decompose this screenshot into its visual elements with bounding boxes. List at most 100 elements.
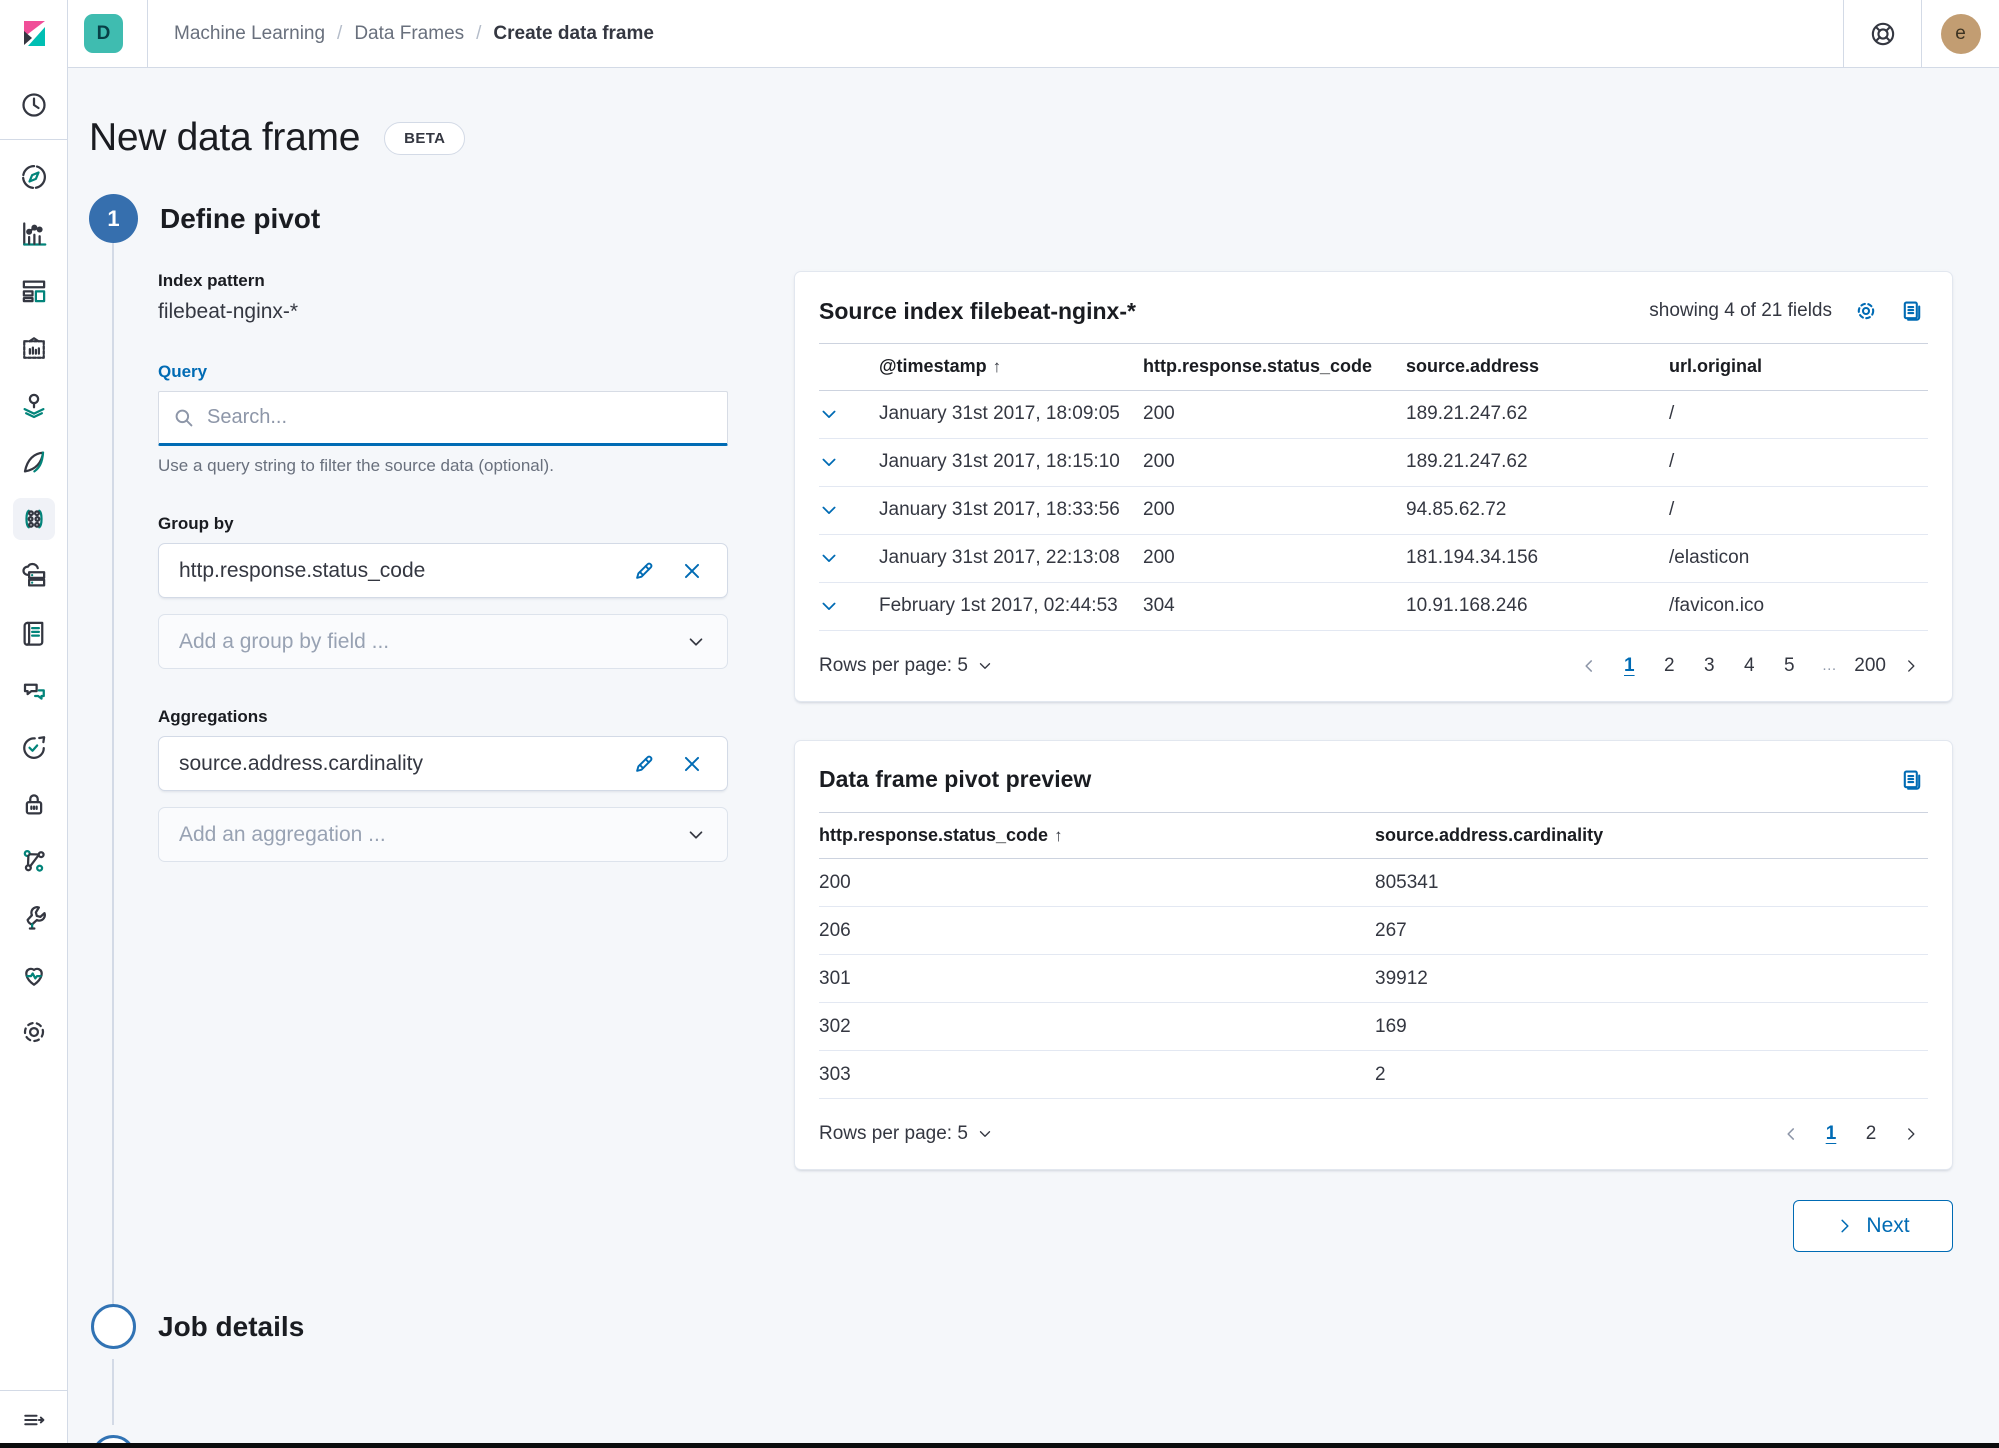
cell-cardinality: 2 (1375, 1050, 1928, 1099)
cell-timestamp: January 31st 2017, 18:09:05 (879, 390, 1143, 439)
column-header-source-address[interactable]: source.address (1406, 344, 1669, 391)
add-aggregation-dropdown[interactable]: Add an aggregation ... (158, 807, 728, 862)
dashboard-icon (22, 280, 45, 302)
edit-aggregation-button[interactable] (629, 749, 659, 779)
sidebar-item-management[interactable] (0, 1003, 68, 1060)
column-header-url-original[interactable]: url.original (1669, 344, 1928, 391)
cell-status-code: 200 (1143, 486, 1406, 535)
expand-row-button[interactable] (819, 404, 879, 424)
page-button-5[interactable]: 5 (1772, 651, 1806, 681)
query-label: Query (158, 362, 208, 381)
remove-group-by-button[interactable] (677, 556, 707, 586)
expand-row-button[interactable] (819, 452, 879, 472)
source-index-panel-title: Source index filebeat-nginx-* (819, 297, 1136, 324)
heartbeat-icon (24, 967, 43, 986)
next-page-button[interactable] (1894, 653, 1928, 679)
pivot-form: Index pattern filebeat-nginx-* Query Use… (158, 271, 728, 862)
column-header-timestamp[interactable]: @timestamp ↑ (879, 344, 1143, 391)
page-content: New data frame BETA 1 Define pivot Index… (68, 68, 1999, 1448)
page-button-3[interactable]: 3 (1692, 651, 1726, 681)
sidebar-item-maps[interactable] (0, 376, 68, 433)
page-button-4[interactable]: 4 (1732, 651, 1766, 681)
kibana-logo[interactable] (0, 0, 68, 68)
beta-badge: BETA (384, 121, 466, 155)
machine-learning-icon (24, 509, 43, 528)
pivot-preview-pagination: 1 2 (1774, 1119, 1928, 1149)
pencil-icon (636, 755, 653, 772)
cell-status-code: 200 (819, 858, 1375, 907)
breadcrumb-item-machine-learning[interactable]: Machine Learning (174, 23, 325, 45)
copy-to-clipboard-button[interactable] (1896, 295, 1928, 327)
page-button-200[interactable]: 200 (1852, 651, 1888, 681)
table-row: 200 805341 (819, 858, 1928, 907)
user-menu-button[interactable]: e (1921, 0, 1999, 67)
page-button-1[interactable]: 1 (1612, 651, 1646, 681)
select-fields-button[interactable] (1850, 295, 1882, 327)
breadcrumb-item-data-frames[interactable]: Data Frames (354, 23, 464, 45)
cell-timestamp: January 31st 2017, 22:13:08 (879, 534, 1143, 583)
edit-group-by-button[interactable] (629, 556, 659, 586)
next-page-button[interactable] (1894, 1121, 1928, 1147)
logs-icon (23, 621, 43, 646)
previous-page-button (1774, 1121, 1808, 1147)
sidebar-item-uptime[interactable] (0, 718, 68, 775)
sidebar-item-apm[interactable] (0, 433, 68, 490)
page-button-1[interactable]: 1 (1814, 1119, 1848, 1149)
sidebar-item-monitoring[interactable] (0, 946, 68, 1003)
rows-per-page-select[interactable]: Rows per page: 5 (819, 655, 994, 677)
fields-summary: showing 4 of 21 fields (1649, 300, 1832, 321)
cell-url-original: /elasticon (1669, 534, 1928, 583)
sort-ascending-icon: ↑ (992, 357, 1002, 377)
sidebar-item-visualize[interactable] (0, 205, 68, 262)
chevron-right-icon (1841, 1219, 1850, 1233)
sidebar-item-security[interactable] (0, 775, 68, 832)
page-button-2[interactable]: 2 (1854, 1119, 1888, 1149)
chevron-down-icon (689, 637, 703, 646)
expand-row-button[interactable] (819, 500, 879, 520)
cell-cardinality: 39912 (1375, 954, 1928, 1003)
chevron-down-icon (979, 662, 991, 669)
page-button-2[interactable]: 2 (1652, 651, 1686, 681)
sort-ascending-icon: ↑ (1054, 825, 1063, 845)
column-header-status-code[interactable]: http.response.status_code (1143, 344, 1406, 391)
column-header-cardinality[interactable]: source.address.cardinality (1375, 812, 1928, 859)
chevron-right-icon (1908, 1128, 1915, 1140)
sidebar-item-graph[interactable] (0, 832, 68, 889)
expand-row-button[interactable] (819, 548, 879, 568)
cell-status-code: 303 (819, 1050, 1375, 1099)
sidebar-item-logs[interactable] (0, 604, 68, 661)
table-row: February 1st 2017, 02:44:53 304 10.91.16… (819, 582, 1928, 631)
column-header-status-code[interactable]: http.response.status_code ↑ (819, 812, 1375, 859)
rows-per-page-select[interactable]: Rows per page: 5 (819, 1123, 994, 1145)
gear-icon (1857, 302, 1875, 320)
help-button[interactable] (1843, 0, 1921, 67)
expand-row-button[interactable] (819, 596, 879, 616)
query-search-input[interactable] (207, 406, 713, 429)
sidebar-item-recently-viewed[interactable] (0, 76, 68, 133)
sidebar-item-dev-tools[interactable] (0, 889, 68, 946)
chevron-down-icon (979, 1131, 991, 1137)
sidebar-item-discover[interactable] (0, 148, 68, 205)
chevron-left-icon (1787, 1128, 1795, 1140)
next-button[interactable]: Next (1793, 1200, 1953, 1252)
pivot-preview-panel-title: Data frame pivot preview (819, 766, 1092, 792)
expander-column-header (819, 344, 879, 391)
copy-to-clipboard-button[interactable] (1896, 764, 1928, 796)
remove-aggregation-button[interactable] (677, 749, 707, 779)
index-pattern-value: filebeat-nginx-* (158, 300, 299, 323)
space-badge[interactable]: D (84, 14, 123, 53)
sidebar-collapse-button[interactable] (0, 1390, 68, 1448)
sidebar-item-siem[interactable] (0, 661, 68, 718)
sidebar-item-dashboard[interactable] (0, 262, 68, 319)
step-1-header: 1 Define pivot (89, 194, 1953, 243)
cell-status-code: 200 (1143, 390, 1406, 439)
sidebar-item-canvas[interactable] (0, 319, 68, 376)
chevron-down-icon (822, 410, 836, 418)
sidebar-item-infrastructure[interactable] (0, 547, 68, 604)
graph-icon (23, 849, 45, 872)
cell-source-address: 94.85.62.72 (1406, 486, 1669, 535)
cell-timestamp: January 31st 2017, 18:33:56 (879, 486, 1143, 535)
sidebar-item-machine-learning[interactable] (0, 490, 68, 547)
add-group-by-dropdown[interactable]: Add a group by field ... (158, 614, 728, 669)
lock-icon (25, 793, 42, 814)
